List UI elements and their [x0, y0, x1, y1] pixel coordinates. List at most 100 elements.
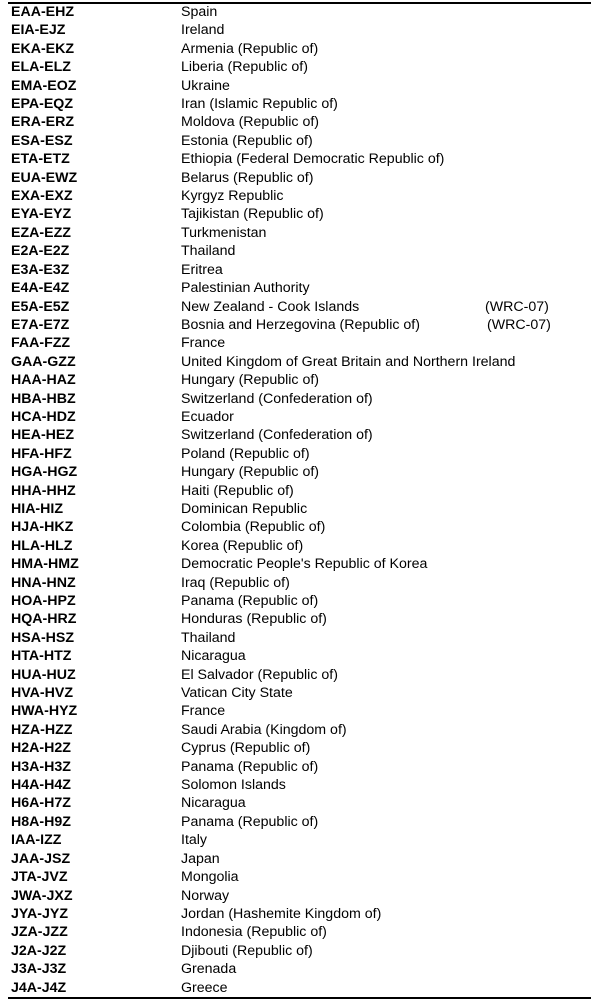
country-name: Saudi Arabia (Kingdom of): [181, 721, 347, 738]
table-row: HJA-HKZ Colombia (Republic of): [0, 518, 591, 536]
callsign-range: HVA-HVZ: [11, 685, 74, 702]
country-name: Eritrea: [181, 261, 223, 278]
table-row: EYA-EYZ Tajikistan (Republic of): [0, 205, 591, 223]
table-row: HMA-HMZ Democratic People's Republic of K…: [0, 555, 591, 573]
country-name: Italy: [181, 832, 208, 849]
country-name: Moldova (Republic of): [181, 114, 319, 131]
table-row: HEA-HEZ Switzerland (Confederation of): [0, 426, 591, 444]
callsign-range: EMA-EOZ: [11, 77, 77, 94]
country-name: Liberia (Republic of): [181, 59, 308, 76]
table-bottom-rule: [8, 997, 591, 999]
country-name: Palestinian Authority: [181, 280, 310, 297]
country-name: New Zealand - Cook Islands: [181, 298, 360, 315]
callsign-range: HFA-HFZ: [11, 445, 72, 462]
country-name: Panama (Republic of): [181, 593, 319, 609]
table-row: HFA-HFZ Poland (Republic of): [0, 445, 591, 463]
country-name: Djibouti (Republic of): [181, 942, 313, 959]
country-name: Solomon Islands: [181, 777, 286, 794]
table-row: EIA-EJZ Ireland: [0, 21, 591, 39]
callsign-range: HTA-HTZ: [11, 648, 72, 665]
country-name: Norway: [181, 887, 230, 904]
callsign-range: H4A-H4Z: [11, 777, 71, 794]
table-row: E4A-E4Z Palestinian Authority: [0, 279, 591, 297]
country-name: Iraq (Republic of): [181, 574, 290, 591]
callsign-range: EUA-EWZ: [11, 169, 78, 186]
country-name: Belarus (Republic of): [181, 169, 314, 186]
callsign-range: HOA-HPZ: [11, 593, 76, 609]
country-name: Japan: [181, 850, 220, 867]
callsign-range: HBA-HBZ: [11, 390, 76, 407]
table-row: EPA-EQZ Iran (Islamic Republic of): [0, 95, 591, 113]
callsign-range: HLA-HLZ: [11, 537, 73, 554]
country-name: Bosnia and Herzegovina (Republic of): [181, 316, 420, 333]
country-name: Switzerland (Confederation of): [181, 427, 373, 444]
table-row: HGA-HGZ Hungary (Republic of): [0, 463, 591, 481]
table-row: HZA-HZZ Saudi Arabia (Kingdom of): [0, 721, 591, 739]
callsign-range: EXA-EXZ: [11, 188, 73, 205]
table-row: E2A-E2Z Thailand: [0, 242, 591, 260]
table-row: EXA-EXZ Kyrgyz Republic: [0, 187, 591, 205]
table-row: HIA-HIZ Dominican Republic: [0, 500, 591, 518]
table-row: ELA-ELZ Liberia (Republic of): [0, 58, 591, 76]
country-name: Dominican Republic: [181, 500, 308, 517]
table-row: JZA-JZZ Indonesia (Republic of): [0, 923, 591, 941]
callsign-range: E4A-E4Z: [11, 280, 70, 297]
country-name: Mongolia: [181, 869, 239, 886]
country-name: Ireland: [181, 22, 225, 39]
table-row: EAA-EHZ Spain: [0, 3, 591, 21]
country-name: Nicaragua: [181, 648, 246, 665]
country-name: Armenia (Republic of): [181, 40, 319, 57]
country-name: United Kingdom of Great Britain and Nort…: [181, 353, 516, 370]
callsign-range: EPA-EQZ: [11, 96, 74, 113]
callsign-range: ELA-ELZ: [11, 59, 71, 76]
table-row: HBA-HBZ Switzerland (Confederation of): [0, 390, 591, 408]
callsign-range: E2A-E2Z: [11, 243, 70, 260]
callsign-range: EAA-EHZ: [11, 4, 75, 20]
country-name: France: [181, 335, 226, 352]
callsign-range: ETA-ETZ: [11, 151, 70, 168]
callsign-range: FAA-FZZ: [11, 335, 71, 352]
table-row: HQA-HRZ Honduras (Republic of): [0, 610, 591, 628]
country-name: Greece: [181, 979, 228, 996]
country-name: Poland (Republic of): [181, 445, 310, 462]
callsign-range: H3A-H3Z: [11, 758, 71, 775]
country-name: Kyrgyz Republic: [181, 188, 284, 205]
country-name: Hungary (Republic of): [181, 372, 319, 389]
callsign-range: HAA-HAZ: [11, 372, 76, 389]
country-name: Haiti (Republic of): [181, 482, 294, 499]
callsign-range: IAA-IZZ: [11, 832, 62, 849]
country-name: Nicaragua: [181, 795, 246, 812]
table-row: HVA-HVZ Vatican City State: [0, 684, 591, 702]
callsign-range: JWA-JXZ: [11, 887, 73, 904]
country-name: Ecuador: [181, 408, 234, 425]
country-name: Turkmenistan: [181, 224, 267, 241]
country-name: Switzerland (Confederation of): [181, 390, 373, 407]
callsign-range: HEA-HEZ: [11, 427, 75, 444]
table-row: HWA-HYZ France: [0, 702, 591, 720]
table-row: ESA-ESZ Estonia (Republic of): [0, 132, 591, 150]
callsign-range: HUA-HUZ: [11, 666, 76, 683]
callsign-range: JYA-JYZ: [11, 905, 69, 922]
country-name: Colombia (Republic of): [181, 519, 326, 536]
table-row: HCA-HDZ Ecuador: [0, 408, 591, 426]
table-row: IAA-IZZ Italy: [0, 831, 591, 849]
callsign-range: HQA-HRZ: [11, 611, 77, 628]
callsign-range: HMA-HMZ: [11, 556, 79, 573]
table-row: H3A-H3Z Panama (Republic of): [0, 758, 591, 776]
table-row: EUA-EWZ Belarus (Republic of): [0, 169, 591, 187]
callsign-range: EKA-EKZ: [11, 40, 75, 57]
table-row: HOA-HPZ Panama (Republic of): [0, 592, 591, 610]
table-row: JYA-JYZ Jordan (Hashemite Kingdom of): [0, 905, 591, 923]
callsign-range: H6A-H7Z: [11, 795, 71, 812]
callsign-range: H8A-H9Z: [11, 813, 71, 830]
table-row: HSA-HSZ Thailand: [0, 629, 591, 647]
table-row: ETA-ETZ Ethiopia (Federal Democratic Repu…: [0, 150, 591, 168]
wrc-note: (WRC-07): [485, 298, 549, 315]
callsign-range: HGA-HGZ: [11, 464, 78, 481]
table-row: J2A-J2Z Djibouti (Republic of): [0, 942, 591, 960]
country-name: Thailand: [181, 243, 236, 260]
callsign-range: E5A-E5Z: [11, 298, 70, 315]
table-row: HLA-HLZ Korea (Republic of): [0, 537, 591, 555]
country-name: Iran (Islamic Republic of): [181, 96, 338, 113]
country-name: Grenada: [181, 961, 237, 978]
